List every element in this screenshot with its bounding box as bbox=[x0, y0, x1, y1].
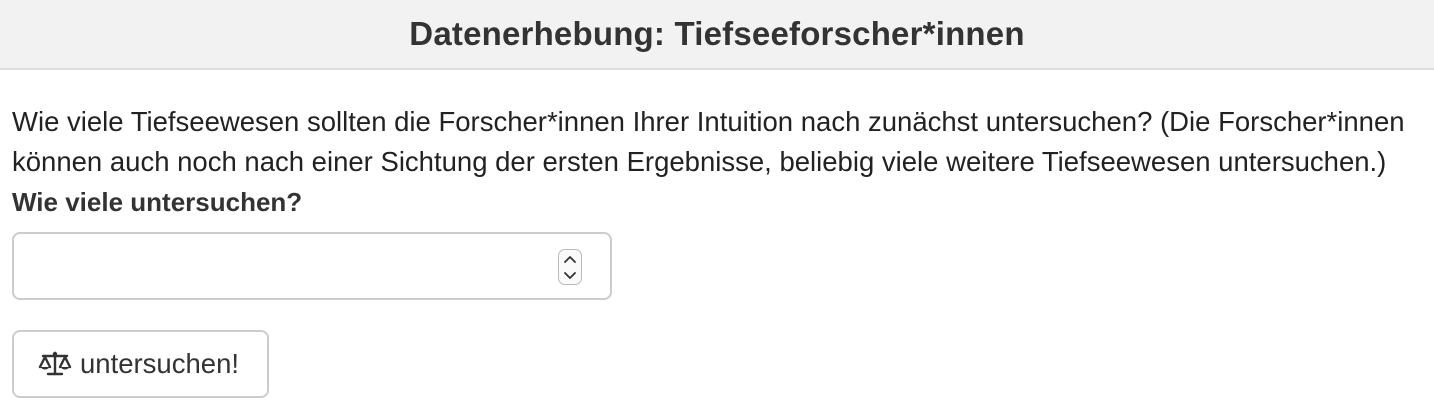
form-content: Wie viele Tiefseewesen sollten die Forsc… bbox=[12, 102, 1430, 218]
page-header: Datenerhebung: Tiefseeforscher*innen bbox=[0, 0, 1434, 70]
quantity-number-input[interactable] bbox=[12, 232, 612, 300]
spinner-down-icon[interactable] bbox=[559, 267, 581, 284]
submit-button-label: untersuchen! bbox=[80, 348, 239, 379]
number-spinner[interactable] bbox=[558, 249, 582, 285]
page-title: Datenerhebung: Tiefseeforscher*innen bbox=[409, 15, 1025, 52]
submit-button[interactable]: untersuchen! bbox=[12, 330, 269, 398]
quantity-field-label: Wie viele untersuchen? bbox=[12, 187, 303, 217]
balance-scale-icon bbox=[38, 349, 74, 379]
question-text: Wie viele Tiefseewesen sollten die Forsc… bbox=[12, 106, 1405, 177]
spinner-up-icon[interactable] bbox=[559, 250, 581, 267]
